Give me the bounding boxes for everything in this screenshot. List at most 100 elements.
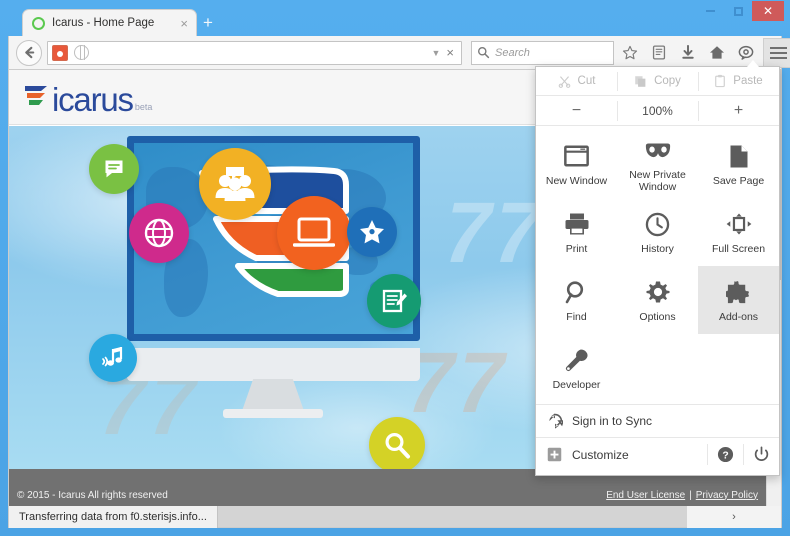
zoom-level-label: 100% [642, 103, 673, 118]
globe-icon [74, 44, 89, 60]
copyright-text: © 2015 - Icarus All rights reserved [17, 489, 168, 501]
stop-icon[interactable]: × [446, 45, 454, 60]
star-icon[interactable] [347, 207, 397, 257]
plus-box-icon [546, 446, 563, 463]
scissors-icon [558, 75, 570, 88]
menu-item-label: Find [566, 311, 587, 323]
zoom-out-button[interactable]: − [536, 96, 617, 126]
music-note-icon[interactable] [89, 334, 137, 382]
people-group-icon[interactable] [199, 148, 271, 220]
globe-icon[interactable] [129, 203, 189, 263]
icarus-wing-logo-icon [23, 80, 49, 110]
menu-line [769, 56, 787, 59]
mask-icon [643, 135, 673, 165]
menu-item-label: Developer [552, 379, 601, 391]
menu-item-label: New Private Window [629, 169, 686, 193]
search-input[interactable]: Search [471, 40, 614, 65]
search-icon [478, 47, 490, 59]
menu-item-label: New Window [545, 175, 608, 187]
menu-item-new-window[interactable]: New Window [536, 130, 617, 198]
menu-item-label: History [641, 243, 674, 255]
chat-bubble-icon[interactable] [89, 144, 139, 194]
menu-item-label: Add-ons [718, 311, 759, 323]
cut-button[interactable]: Cut [536, 67, 617, 96]
tab-title: Icarus - Home Page [52, 17, 155, 29]
clipboard-icon [715, 74, 726, 88]
sync-icon [546, 413, 563, 430]
monitor-stand-base [223, 409, 323, 418]
menu-item-add-ons[interactable]: Add-ons [698, 266, 779, 334]
puzzle-piece-icon [724, 277, 754, 307]
magnifier-icon [562, 277, 592, 307]
address-bar[interactable]: ▼ × [47, 40, 462, 65]
copy-icon [635, 75, 646, 87]
zoom-reset-button[interactable]: 100% [617, 96, 698, 126]
menu-item-new-private-window[interactable]: New Private Window [617, 130, 698, 198]
zoom-controls-row: − 100% + [536, 96, 779, 126]
downloads-icon[interactable] [675, 40, 701, 66]
notes-edit-icon[interactable] [367, 274, 421, 328]
menu-bottom-row: Customize ? [536, 438, 779, 471]
menu-item-sign-in-to-sync[interactable]: Sign in to Sync [536, 405, 779, 438]
menu-items-grid: New Window New Private Window Save Page … [536, 126, 779, 402]
reader-icon[interactable] [646, 40, 672, 66]
site-logo[interactable]: icarus beta [23, 80, 153, 119]
back-button[interactable] [16, 39, 42, 66]
footer-links: End User License | Privacy Policy [606, 490, 758, 501]
browser-tab[interactable]: Icarus - Home Page × [22, 9, 197, 36]
laptop-icon[interactable] [277, 196, 351, 270]
minimize-button[interactable] [696, 1, 724, 21]
window-controls: ✕ [696, 0, 784, 22]
cut-label: Cut [577, 75, 596, 87]
menu-item-label: Save Page [712, 175, 765, 187]
zoom-in-button[interactable]: + [698, 96, 779, 126]
menu-item-developer[interactable]: Developer [536, 334, 617, 402]
hamburger-menu-button[interactable] [763, 37, 790, 68]
menu-line [769, 46, 787, 49]
new-tab-button[interactable]: + [203, 14, 213, 31]
close-button[interactable]: ✕ [752, 1, 784, 21]
customize-label[interactable]: Customize [572, 448, 629, 462]
menu-item-options[interactable]: Options [617, 266, 698, 334]
logo-text: icarus [52, 81, 134, 119]
copy-button[interactable]: Copy [617, 67, 698, 96]
site-identity-icon[interactable] [52, 44, 68, 61]
tab-close-icon[interactable]: × [180, 17, 188, 30]
chevron-down-icon[interactable]: ▼ [431, 48, 440, 58]
save-page-icon [724, 141, 754, 171]
menu-line [769, 51, 787, 54]
status-bar: Transferring data from f0.sterisjs.info.… [8, 505, 782, 528]
help-icon[interactable]: ? [707, 438, 743, 471]
sync-chat-icon[interactable] [733, 40, 759, 66]
logo-beta-label: beta [134, 101, 153, 112]
paste-label: Paste [733, 75, 763, 87]
browser-menu-panel: Cut Copy Paste − 100% + New Window New P… [535, 60, 780, 476]
home-icon[interactable] [704, 40, 730, 66]
horizontal-scroll-right-arrow-icon[interactable]: › [687, 505, 781, 528]
status-message: Transferring data from f0.sterisjs.info.… [9, 505, 218, 528]
menu-item-find[interactable]: Find [536, 266, 617, 334]
power-icon[interactable] [743, 438, 779, 471]
new-window-icon [562, 141, 592, 171]
search-placeholder: Search [495, 46, 530, 59]
gear-icon [643, 277, 673, 307]
privacy-policy-link[interactable]: Privacy Policy [696, 490, 758, 501]
zoom-out-label: − [571, 101, 582, 119]
paste-button[interactable]: Paste [698, 67, 779, 96]
bookmark-star-icon[interactable] [617, 40, 643, 66]
monitor-bezel [127, 348, 420, 381]
eula-link[interactable]: End User License [606, 490, 685, 501]
menu-item-label: Full Screen [711, 243, 766, 255]
menu-item-label: Options [639, 311, 676, 323]
menu-item-save-page[interactable]: Save Page [698, 130, 779, 198]
printer-icon [562, 209, 592, 239]
menu-item-full-screen[interactable]: Full Screen [698, 198, 779, 266]
maximize-button[interactable] [724, 1, 752, 21]
menu-item-print[interactable]: Print [536, 198, 617, 266]
svg-text:?: ? [722, 450, 728, 461]
title-bar: Icarus - Home Page × + ✕ [0, 0, 790, 36]
magnifier-icon[interactable] [369, 417, 425, 469]
sync-label: Sign in to Sync [572, 414, 653, 428]
browser-window: Icarus - Home Page × + ✕ ▼ × Search icar… [0, 0, 790, 536]
menu-item-history[interactable]: History [617, 198, 698, 266]
